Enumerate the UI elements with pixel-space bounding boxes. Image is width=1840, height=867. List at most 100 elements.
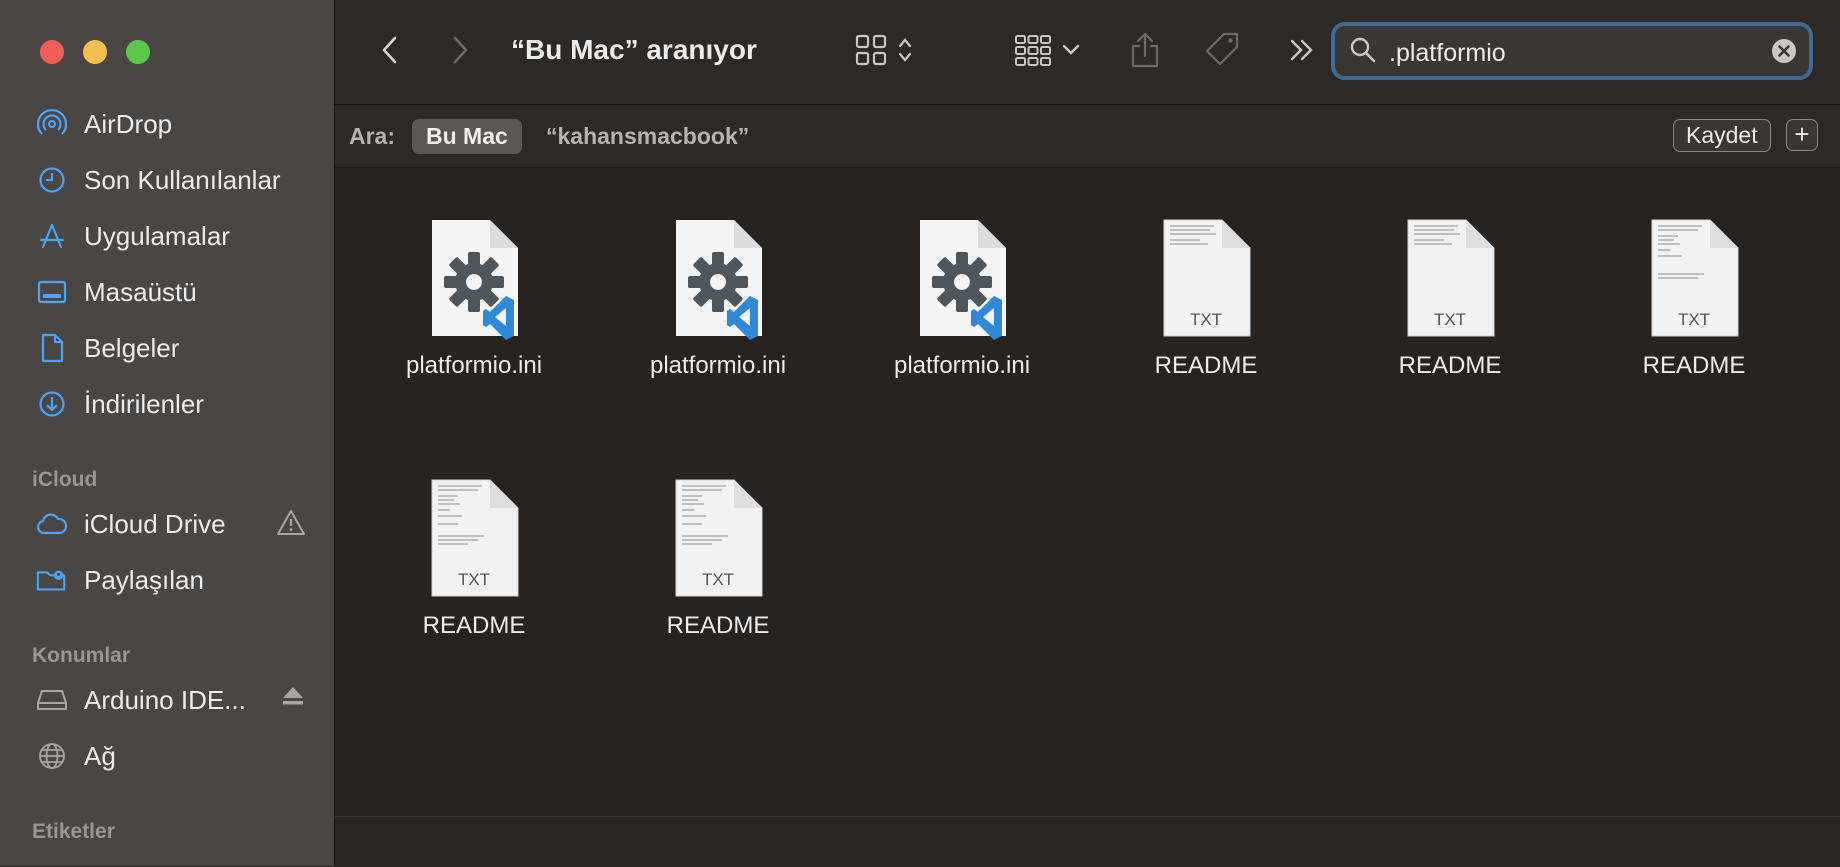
- file-item[interactable]: platformio.ini: [364, 216, 584, 380]
- sidebar-item-label: Paylaşılan: [84, 564, 204, 595]
- close-window-button[interactable]: [40, 40, 64, 64]
- scope-label: Ara:: [349, 123, 396, 149]
- file-item[interactable]: TXT README: [364, 476, 584, 640]
- finder-window: AirDrop Son Kullanılanlar Uygulamalar Ma…: [0, 0, 1840, 867]
- clock-icon: [36, 164, 68, 196]
- save-search-button[interactable]: Kaydet: [1673, 119, 1771, 152]
- disk-icon: [36, 684, 68, 716]
- icon-grid-icon: [855, 34, 887, 71]
- sidebar-item-label: Son Kullanılanlar: [84, 164, 281, 195]
- sidebar-item-label: Arduino IDE...: [84, 684, 246, 715]
- toolbar: “Bu Mac” aranıyor .platformio: [335, 0, 1840, 105]
- view-mode-button[interactable]: [849, 30, 919, 74]
- clear-search-icon[interactable]: [1771, 38, 1797, 69]
- file-item[interactable]: TXT README: [608, 476, 828, 640]
- sidebar-item-arduino-ide[interactable]: Arduino IDE...: [36, 680, 306, 720]
- search-icon: [1349, 36, 1377, 69]
- sidebar-item-label: Ağ: [84, 740, 116, 771]
- file-item[interactable]: TXT README: [1096, 216, 1316, 380]
- add-criteria-button[interactable]: +: [1786, 119, 1818, 151]
- download-icon: [36, 388, 68, 420]
- zoom-window-button[interactable]: [126, 40, 150, 64]
- shared-folder-icon: [36, 564, 68, 596]
- file-item[interactable]: platformio.ini: [608, 216, 828, 380]
- applications-icon: [36, 220, 68, 252]
- file-name: platformio.ini: [893, 352, 1031, 379]
- sidebar-section-locations: Konumlar: [32, 644, 131, 667]
- sidebar-item-icloud-drive[interactable]: iCloud Drive: [36, 504, 306, 544]
- sidebar-item-label: AirDrop: [84, 108, 173, 139]
- sidebar-item-label: Belgeler: [84, 332, 180, 363]
- tag-icon: [1203, 30, 1243, 75]
- file-item[interactable]: platformio.ini: [852, 216, 1072, 380]
- file-type-badge: TXT: [1189, 310, 1223, 329]
- chevron-down-icon: [1062, 43, 1080, 61]
- sidebar-item-downloads[interactable]: İndirilenler: [36, 384, 306, 424]
- airdrop-icon: [36, 108, 68, 140]
- group-by-button[interactable]: [1011, 30, 1083, 74]
- desktop-icon: [36, 276, 68, 308]
- file-item[interactable]: TXT README: [1584, 216, 1804, 380]
- eject-icon[interactable]: [280, 684, 306, 715]
- search-field[interactable]: .platformio: [1331, 22, 1813, 80]
- share-button[interactable]: [1125, 30, 1165, 74]
- search-scope-bar: Ara: Bu Mac “kahansmacbook” Kaydet +: [335, 105, 1840, 168]
- sidebar-item-label: iCloud Drive: [84, 508, 226, 539]
- file-name: platformio.ini: [649, 352, 787, 379]
- file-name: README: [666, 612, 770, 639]
- file-name: README: [1398, 352, 1502, 379]
- back-button[interactable]: [375, 30, 405, 74]
- text-file-icon: TXT: [1402, 216, 1498, 342]
- sidebar: AirDrop Son Kullanılanlar Uygulamalar Ma…: [0, 0, 335, 866]
- network-icon: [36, 740, 68, 772]
- sidebar-item-documents[interactable]: Belgeler: [36, 328, 306, 368]
- file-name: README: [422, 612, 526, 639]
- text-file-icon: TXT: [1158, 216, 1254, 342]
- search-input[interactable]: .platformio: [1389, 39, 1506, 68]
- document-icon: [36, 332, 68, 364]
- sidebar-item-recents[interactable]: Son Kullanılanlar: [36, 160, 306, 200]
- window-title: “Bu Mac” aranıyor: [511, 34, 757, 65]
- file-type-badge: TXT: [1433, 310, 1467, 329]
- chevron-right-icon: [451, 35, 469, 70]
- group-grid-icon: [1014, 34, 1052, 71]
- file-type-badge: TXT: [457, 570, 491, 589]
- vscode-config-file-icon: [914, 216, 1010, 342]
- sidebar-section-icloud: iCloud: [32, 468, 98, 491]
- sidebar-section-tags: Etiketler: [32, 820, 115, 843]
- sidebar-item-label: Masaüstü: [84, 276, 197, 307]
- text-file-icon: TXT: [1646, 216, 1742, 342]
- file-type-badge: TXT: [701, 570, 735, 589]
- sidebar-item-network[interactable]: Ağ: [36, 736, 306, 776]
- file-type-badge: TXT: [1677, 310, 1711, 329]
- minimize-window-button[interactable]: [83, 40, 107, 64]
- results-grid: platformio.ini platformio.ini platformio…: [335, 168, 1840, 816]
- file-name: README: [1154, 352, 1258, 379]
- chevron-left-icon: [381, 35, 399, 70]
- warning-icon[interactable]: [276, 508, 306, 543]
- text-file-icon: TXT: [426, 476, 522, 602]
- cloud-icon: [36, 508, 68, 540]
- file-name: platformio.ini: [405, 352, 543, 379]
- up-down-chevron-icon: [897, 35, 913, 70]
- status-bar: [335, 816, 1840, 867]
- file-item[interactable]: TXT README: [1340, 216, 1560, 380]
- file-name: README: [1642, 352, 1746, 379]
- sidebar-item-label: İndirilenler: [84, 388, 204, 419]
- more-toolbar-button[interactable]: [1287, 30, 1317, 74]
- text-file-icon: TXT: [670, 476, 766, 602]
- sidebar-item-applications[interactable]: Uygulamalar: [36, 216, 306, 256]
- window-controls: [40, 40, 150, 64]
- double-chevron-right-icon: [1289, 38, 1315, 67]
- sidebar-item-desktop[interactable]: Masaüstü: [36, 272, 306, 312]
- sidebar-item-airdrop[interactable]: AirDrop: [36, 104, 306, 144]
- scope-alternate-button[interactable]: “kahansmacbook”: [546, 123, 749, 150]
- sidebar-item-shared[interactable]: Paylaşılan: [36, 560, 306, 600]
- share-icon: [1129, 31, 1161, 74]
- sidebar-item-label: Uygulamalar: [84, 220, 230, 251]
- tag-button[interactable]: [1201, 30, 1245, 74]
- forward-button[interactable]: [445, 30, 475, 74]
- vscode-config-file-icon: [426, 216, 522, 342]
- scope-this-mac-button[interactable]: Bu Mac: [412, 119, 522, 154]
- vscode-config-file-icon: [670, 216, 766, 342]
